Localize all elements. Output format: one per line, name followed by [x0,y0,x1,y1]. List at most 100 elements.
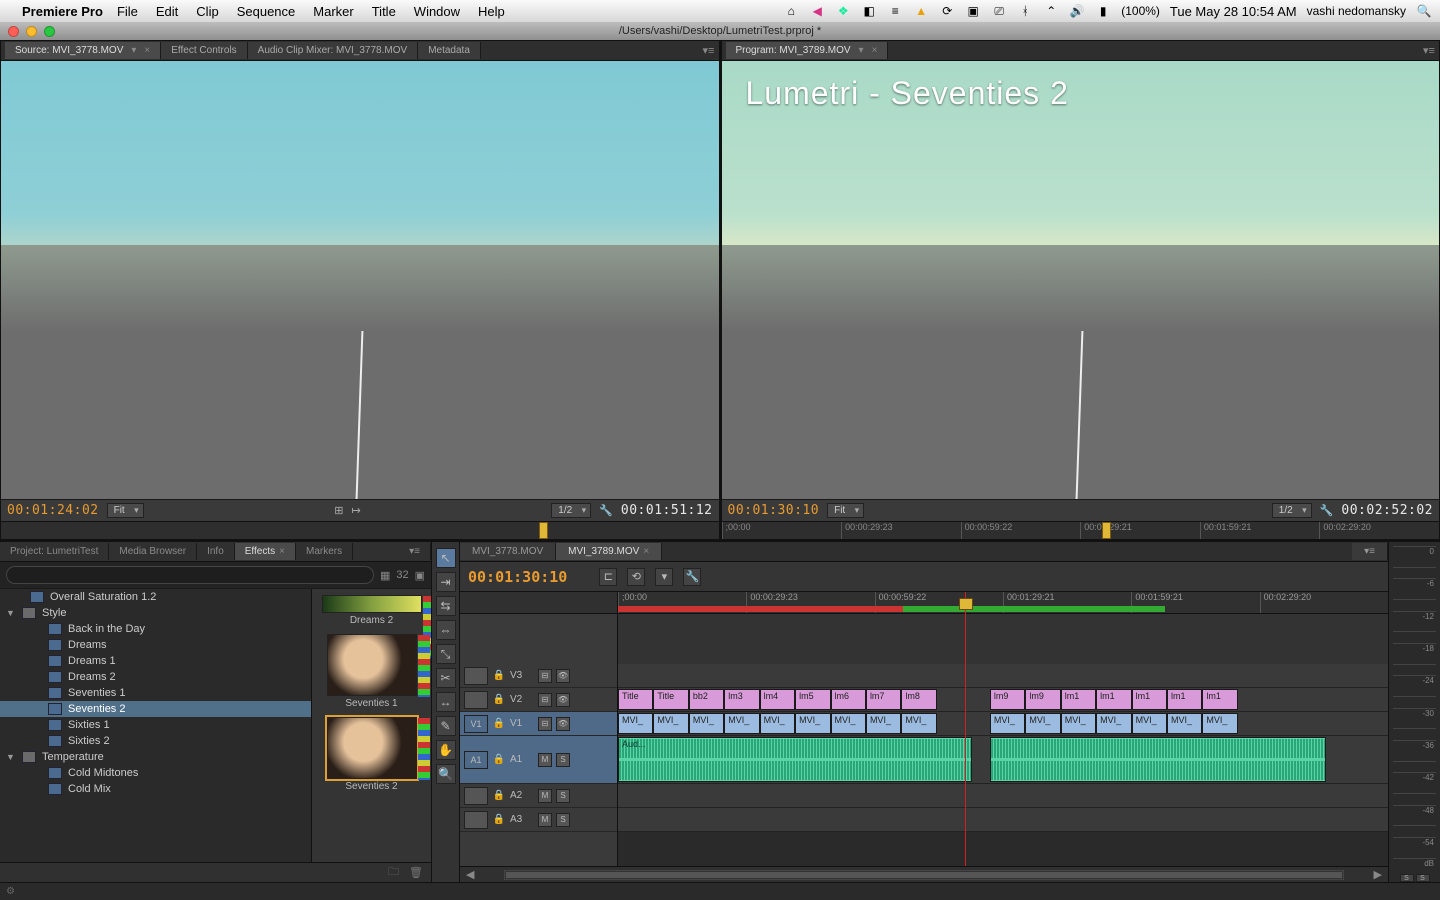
wrench-icon[interactable]: 🔧 [599,504,613,517]
menu-help[interactable]: Help [478,4,505,19]
solo-toggle[interactable]: S [556,813,570,827]
eye-icon[interactable]: 👁 [556,693,570,707]
eye-icon[interactable]: 👁 [556,669,570,683]
title-clip[interactable]: lm1 [1132,689,1167,710]
program-fit-dropdown[interactable]: Fit [827,503,864,518]
menubar-extra-icon[interactable]: ❖ [835,3,851,19]
title-clip[interactable]: lm1 [1202,689,1237,710]
lock-icon[interactable]: 🔒 [492,814,506,825]
video-clip[interactable]: MVI_ [724,713,759,734]
menubar-extra-icon[interactable]: ≡ [887,3,903,19]
effects-tree[interactable]: Overall Saturation 1.2▼StyleBack in the … [0,589,311,862]
video-clip[interactable]: MVI_ [689,713,724,734]
lock-icon[interactable]: 🔒 [492,694,506,705]
video-clip[interactable]: MVI_ [866,713,901,734]
disclosure-arrow-icon[interactable]: ▼ [6,752,16,762]
new-bin-icon[interactable]: 🗀 [388,863,399,882]
selection-tool[interactable]: ↖ [436,548,456,568]
track-header-a1[interactable]: A1🔒A1MS [460,736,617,784]
display-icon[interactable]: ⎚ [991,3,1007,19]
arrow-down-icon[interactable]: ▾ [859,45,864,56]
zoom-tool[interactable]: 🔍 [436,764,456,784]
program-out-timecode[interactable]: 00:02:52:02 [1341,503,1433,518]
source-viewer[interactable] [1,61,719,499]
filter-yuv-icon[interactable]: ▣ [415,569,425,582]
panel-menu-icon[interactable]: ▾≡ [1419,44,1439,57]
close-icon[interactable]: × [144,45,150,56]
track-select-tool[interactable]: ⇥ [436,572,456,592]
user-name[interactable]: vashi nedomansky [1307,4,1406,18]
source-fit-dropdown[interactable]: Fit [107,503,144,518]
solo-toggle[interactable]: S [556,753,570,767]
volume-icon[interactable]: 🔊 [1069,3,1085,19]
lock-icon[interactable]: 🔒 [492,670,506,681]
app-name[interactable]: Premiere Pro [22,4,103,19]
video-clip[interactable]: MVI_ [653,713,688,734]
source-playhead[interactable] [539,522,548,539]
preset-preview[interactable]: Seventies 2 [320,717,424,792]
output-toggle[interactable]: ⊟ [538,717,552,731]
sequence-tab[interactable]: MVI_3778.MOV [460,543,556,560]
menubar-extra-icon[interactable]: ◀ [809,3,825,19]
title-clip[interactable]: lm9 [1025,689,1060,710]
pen-tool[interactable]: ✎ [436,716,456,736]
panel-menu-icon[interactable]: ▾≡ [399,543,431,560]
effects-preset[interactable]: Back in the Day [0,621,311,637]
track-header-v3[interactable]: 🔒V3⊟👁 [460,664,617,688]
clock[interactable]: Tue May 28 10:54 AM [1170,4,1297,19]
program-res-dropdown[interactable]: 1/2 [1272,503,1312,518]
effects-preset[interactable]: Cold Mix [0,781,311,797]
preset-preview[interactable]: Seventies 1 [320,634,424,709]
title-clip[interactable]: lm5 [795,689,830,710]
filter-32-icon[interactable]: 32 [396,569,408,581]
slip-tool[interactable]: ↔ [436,692,456,712]
video-clip[interactable]: MVI_ [1202,713,1237,734]
timeline-playhead[interactable] [965,592,966,866]
effects-preset[interactable]: Seventies 1 [0,685,311,701]
hand-tool[interactable]: ✋ [436,740,456,760]
title-clip[interactable]: Title [618,689,653,710]
video-clip[interactable]: MVI_ [760,713,795,734]
title-clip[interactable]: Title [653,689,688,710]
solo-toggle[interactable]: S [556,789,570,803]
video-clip[interactable]: MVI_ [1061,713,1096,734]
menu-marker[interactable]: Marker [313,4,353,19]
panel-tab-info[interactable]: Info [197,543,235,560]
menu-clip[interactable]: Clip [196,4,218,19]
source-ruler[interactable] [1,521,719,539]
spotlight-icon[interactable]: 🔍 [1416,3,1432,19]
title-clip[interactable]: lm9 [990,689,1025,710]
output-toggle[interactable]: ⊟ [538,669,552,683]
audio-clip[interactable]: Aud... [618,737,972,782]
title-clip[interactable]: lm7 [866,689,901,710]
settings-icon[interactable]: ⊞ [334,504,343,517]
close-icon[interactable]: × [872,45,878,56]
delete-icon[interactable]: 🗑 [409,866,423,879]
mute-toggle[interactable]: M [538,789,552,803]
panel-tab-markers[interactable]: Markers [296,543,353,560]
effects-preset[interactable]: Overall Saturation 1.2 [0,589,311,605]
output-toggle[interactable]: ⊟ [538,693,552,707]
rolling-tool[interactable]: ⇔ [436,620,456,640]
effects-preset[interactable]: Sixties 2 [0,733,311,749]
track-header-v1[interactable]: V1🔒V1⊟👁 [460,712,617,736]
menubar-extra-icon[interactable]: ◧ [861,3,877,19]
panel-menu-icon[interactable]: ▾≡ [699,44,719,57]
scroll-right-icon[interactable]: ▶ [1368,868,1388,881]
audio-clip[interactable] [990,737,1326,782]
video-clip[interactable]: MVI_ [618,713,653,734]
lock-icon[interactable]: 🔒 [492,718,506,729]
video-clip[interactable]: MVI_ [901,713,936,734]
panel-menu-icon[interactable]: ▾≡ [1352,543,1388,560]
insert-icon[interactable]: ↦ [352,504,361,517]
mute-toggle[interactable]: M [538,813,552,827]
title-clip[interactable]: lm4 [760,689,795,710]
program-playhead[interactable] [1102,522,1111,539]
menu-edit[interactable]: Edit [156,4,178,19]
panel-tab-effects[interactable]: Effects× [235,543,296,560]
menu-title[interactable]: Title [372,4,396,19]
sequence-tab[interactable]: MVI_3789.MOV× [556,543,662,560]
metadata-tab[interactable]: Metadata [418,42,481,59]
source-out-timecode[interactable]: 00:01:51:12 [621,503,713,518]
title-clip[interactable]: lm1 [1167,689,1202,710]
